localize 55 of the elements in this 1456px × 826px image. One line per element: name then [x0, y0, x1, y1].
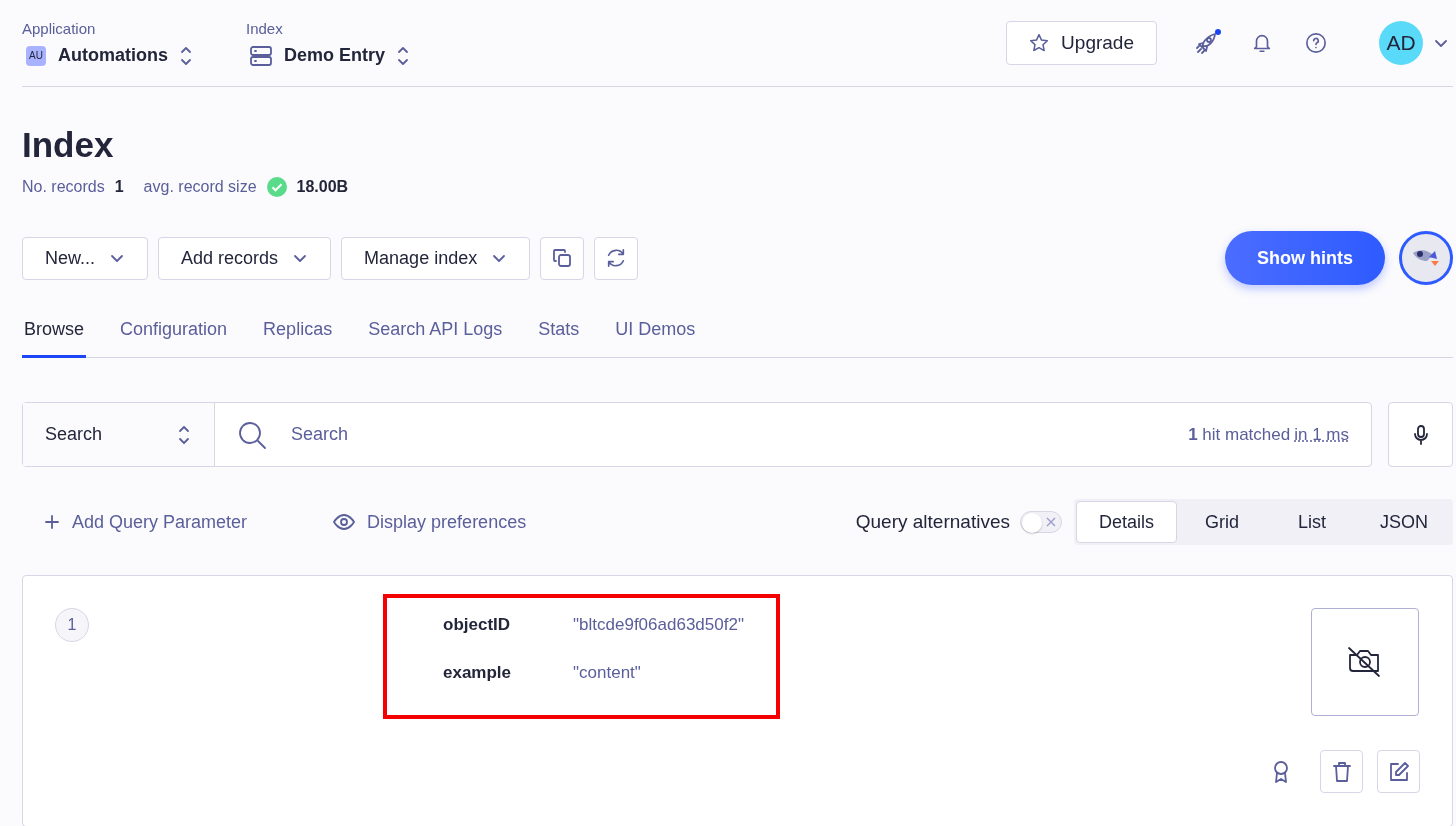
display-preferences-link[interactable]: Display preferences: [311, 505, 549, 539]
stat-label: avg. record size: [143, 178, 257, 196]
field-value: "bltcde9f06ad63d50f2": [573, 615, 744, 635]
rocket-mascot-icon[interactable]: [1399, 231, 1453, 285]
record-number: 1: [55, 608, 89, 642]
award-icon[interactable]: [1272, 759, 1290, 784]
microphone-icon[interactable]: [1388, 402, 1453, 467]
tab[interactable]: Configuration: [118, 307, 230, 358]
delete-icon[interactable]: [1320, 750, 1363, 793]
dropdown-button[interactable]: Add records: [158, 236, 332, 280]
tab[interactable]: UI Demos: [613, 307, 698, 358]
updown-icon: [180, 44, 192, 67]
field-key: example: [443, 663, 512, 683]
toggle-label: Query alternatives: [855, 511, 1010, 533]
tab[interactable]: Replicas: [261, 307, 335, 358]
field-key: objectID: [443, 615, 512, 635]
tab[interactable]: Browse: [22, 307, 87, 358]
index-selector[interactable]: Demo Entry: [250, 44, 410, 67]
search-icon: [237, 419, 267, 450]
upgrade-button[interactable]: Upgrade: [1006, 21, 1157, 65]
stat-label: No. records: [22, 178, 105, 196]
field-value: "content": [573, 663, 642, 683]
dropdown-button[interactable]: Manage index: [341, 236, 531, 280]
add-query-parameter-link[interactable]: Add Query Parameter: [22, 505, 270, 539]
server-icon: [250, 45, 272, 66]
tab[interactable]: Stats: [536, 307, 582, 358]
view-tab[interactable]: List: [1267, 501, 1357, 543]
view-tab[interactable]: JSON: [1357, 501, 1451, 543]
search-mode-select[interactable]: Search: [23, 403, 215, 466]
selector-label: Index: [246, 19, 284, 37]
close-icon: [1045, 517, 1056, 527]
edit-icon[interactable]: [1377, 750, 1420, 793]
search-field[interactable]: Search: [289, 423, 1167, 446]
hits-summary: 1 hit matched in 1 ms: [1188, 424, 1349, 445]
updown-icon: [397, 44, 410, 67]
refresh-icon[interactable]: [594, 236, 639, 280]
show-hints-button[interactable]: Show hints: [1225, 231, 1385, 285]
page-title: Index: [22, 125, 115, 165]
avatar[interactable]: AD: [1379, 21, 1423, 65]
application-selector[interactable]: AU Automations: [26, 44, 192, 67]
selector-label: Application: [22, 19, 97, 37]
app-badge: AU: [26, 45, 46, 66]
tab[interactable]: Search API Logs: [366, 307, 505, 358]
stat-value: 1: [114, 178, 124, 196]
eye-icon: [333, 514, 356, 530]
stat-value: 18.00B: [296, 178, 349, 196]
dropdown-button[interactable]: New...: [22, 236, 149, 280]
view-tab[interactable]: Grid: [1177, 501, 1267, 543]
copy-icon[interactable]: [540, 236, 585, 280]
star-icon: [1029, 33, 1050, 53]
rocket-icon: [1195, 31, 1219, 55]
query-alternatives-toggle[interactable]: [1019, 511, 1062, 533]
updown-icon: [176, 423, 192, 446]
plus-icon: [44, 514, 60, 530]
view-tab[interactable]: Details: [1075, 501, 1177, 543]
